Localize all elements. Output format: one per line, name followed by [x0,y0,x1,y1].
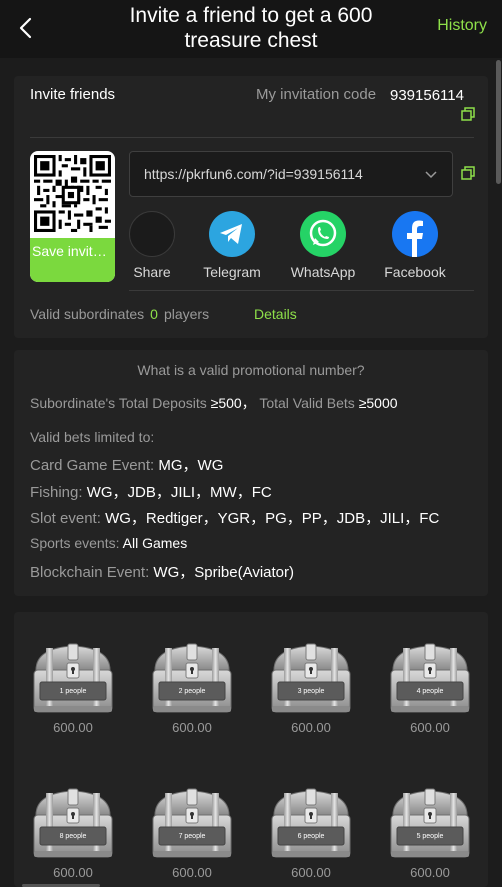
scrollbar[interactable] [496,60,501,184]
deposits-value: ≥500， [210,395,256,411]
save-invitation-label: Save invitation... [32,243,115,259]
divider [129,290,474,291]
treasure-chest-icon [271,788,351,858]
invitation-url-field[interactable]: https://pkrfun6.com/?id=939156114 [129,151,453,197]
treasure-chest[interactable]: 4 people 600.00 [387,640,473,735]
chest-amount: 600.00 [172,865,212,880]
telegram-label: Telegram [203,264,261,280]
slot-label: Slot event: [30,510,101,527]
blockchain-event: Blockchain Event: WG，Spribe(Aviator) [30,561,294,582]
treasure-chest-icon [390,788,470,858]
sports-value: All Games [122,535,188,551]
share-option-telegram[interactable]: Telegram [197,211,267,280]
treasure-chest-icon [152,788,232,858]
chest-amount: 600.00 [410,720,450,735]
blockchain-value: WG，Spribe(Aviator) [153,564,294,581]
invitation-code-label: My invitation code [256,86,377,103]
blockchain-label: Blockchain Event: [30,564,150,581]
header: Invite a friend to get a 600 treasure ch… [0,0,502,56]
invitation-url-text: https://pkrfun6.com/?id=939156114 [144,166,363,182]
treasure-chest[interactable]: 2 people 600.00 [149,640,235,735]
chest-amount: 600.00 [291,720,331,735]
invite-friends-label: Invite friends [30,86,116,103]
treasure-chest-icon [390,643,470,713]
facebook-label: Facebook [384,264,446,280]
chest-people-label: 4 people [416,688,444,695]
chest-people-label: 2 people [178,688,206,695]
whatsapp-label: WhatsApp [290,264,356,280]
deposit-requirement: Subordinate's Total Deposits ≥500， Total… [30,393,398,413]
qr-code-icon [34,155,111,232]
sports-event: Sports events: All Games [30,535,187,551]
telegram-icon [209,211,255,257]
fishing-event: Fishing: WG，JDB，JILI，MW，FC [30,481,272,502]
valid-subordinates: Valid subordinates 0 players [30,306,209,322]
fishing-label: Fishing: [30,484,83,501]
promo-question: What is a valid promotional number? [137,362,365,378]
divider [30,137,474,138]
valid-subordinates-unit: players [163,306,210,322]
share-option-facebook[interactable]: Facebook [380,211,450,280]
valid-bets-limited-label: Valid bets limited to: [30,429,155,445]
treasure-chest[interactable]: 8 people 600.00 [30,785,116,880]
treasure-chest[interactable]: 3 people 600.00 [268,640,354,735]
share-icon [129,211,175,257]
share-option-whatsapp[interactable]: WhatsApp [287,211,359,280]
facebook-icon [392,211,438,257]
chest-people-label: 1 people [59,688,87,695]
chest-amount: 600.00 [53,865,93,880]
treasure-chest[interactable]: 5 people 600.00 [387,785,473,880]
treasure-chest-icon [152,643,232,713]
treasure-chest-icon [271,643,351,713]
chest-amount: 600.00 [410,865,450,880]
save-invitation-button[interactable]: Save invitation... [30,238,115,282]
card-game-value: MG，WG [158,457,224,474]
share-option-share[interactable]: Share [129,211,175,280]
treasure-chest[interactable]: 7 people 600.00 [149,785,235,880]
bets-label: Total Valid Bets [259,395,355,411]
copy-url-icon[interactable] [461,166,475,180]
card-game-label: Card Game Event: [30,457,155,474]
valid-subordinates-label: Valid subordinates [30,306,145,322]
slot-event: Slot event: WG，Redtiger，YGR，PG，PP，JDB，JI… [30,507,439,528]
card-game-event: Card Game Event: MG，WG [30,454,223,475]
back-arrow-icon[interactable] [14,14,38,42]
chest-amount: 600.00 [291,865,331,880]
copy-code-icon[interactable] [461,107,475,121]
chest-people-label: 3 people [297,688,325,695]
deposits-label: Subordinate's Total Deposits [30,395,207,411]
history-link[interactable]: History [437,17,487,35]
details-link[interactable]: Details [254,306,297,322]
sports-label: Sports events: [30,535,120,551]
chest-people-label: 8 people [59,833,87,840]
qr-code-card: Save invitation... [30,151,115,282]
invitation-code-value: 939156114 [390,87,464,104]
chevron-down-icon[interactable] [424,168,438,182]
valid-subordinates-count: 0 [150,306,158,322]
whatsapp-icon [300,211,346,257]
chest-amount: 600.00 [172,720,212,735]
treasure-chest-icon [33,643,113,713]
bets-value: ≥5000 [358,395,398,411]
treasure-chest-icon [33,788,113,858]
page-title: Invite a friend to get a 600 treasure ch… [129,4,373,52]
chest-amount: 600.00 [53,720,93,735]
share-label: Share [133,264,171,280]
chest-people-label: 6 people [297,833,325,840]
treasure-chest[interactable]: 6 people 600.00 [268,785,354,880]
fishing-value: WG，JDB，JILI，MW，FC [86,484,272,501]
slot-value: WG，Redtiger，YGR，PG，PP，JDB，JILI，FC [105,510,440,527]
treasure-chest[interactable]: 1 people 600.00 [30,640,116,735]
chest-people-label: 5 people [416,833,444,840]
chest-people-label: 7 people [178,833,206,840]
